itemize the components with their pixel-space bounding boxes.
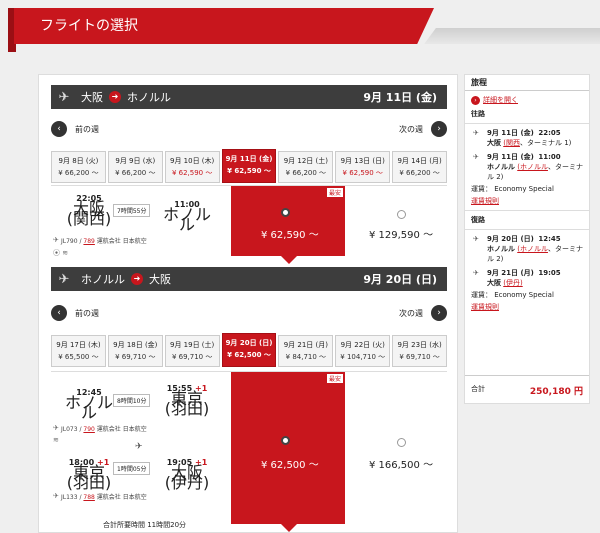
outbound-route-bar: ✈ 大阪 ➜ ホノルル 9月 11日 (金) xyxy=(51,85,447,109)
wifi-icon: ≋ xyxy=(53,436,59,444)
detail-link[interactable]: › 詳細を開く xyxy=(471,95,583,105)
inbound-segment-2: 18:00 +1 東京 (羽田) 1時間05分 19:05 +1 大阪 (伊丹)… xyxy=(51,456,229,516)
inbound-fare: 運賃： Economy Special xyxy=(471,291,554,299)
fare-radio-selected[interactable] xyxy=(281,436,290,445)
day-tab[interactable]: 9月 8日 (火) ¥ 66,200 〜 xyxy=(51,151,106,183)
day-tab[interactable]: 9月 23日 (水) ¥ 69,710 〜 xyxy=(392,335,448,367)
prev-week-button[interactable]: ‹ xyxy=(51,121,67,137)
arrival: 11:00 ホノルル xyxy=(162,200,211,234)
day-tab[interactable]: 9月 17日 (木) ¥ 65,500 〜 xyxy=(51,335,106,367)
takeoff-icon: ✈ xyxy=(473,129,479,137)
outbound-label: 往路 xyxy=(471,110,485,118)
fare-radio-selected[interactable] xyxy=(281,208,290,217)
arrival: 15:55 +1 東京 (羽田) xyxy=(164,384,210,418)
fare-option[interactable]: ¥ 166,500 〜 xyxy=(351,372,447,524)
day-tab[interactable]: 9月 22日 (火) ¥ 104,710 〜 xyxy=(335,335,391,367)
day-tab[interactable]: 9月 21日 (月) ¥ 84,710 〜 xyxy=(278,335,334,367)
day-tab[interactable]: 9月 12日 (土) ¥ 66,200 〜 xyxy=(278,151,334,183)
cheapest-badge: 最安 xyxy=(326,374,343,383)
departure: 12:45 ホノルル xyxy=(64,388,113,422)
inbound-segment-1: 12:45 ホノルル 8時間10分 15:55 +1 東京 (羽田) JL073… xyxy=(51,382,229,444)
airline-logo-icon: ✈ xyxy=(53,236,59,244)
fare-radio[interactable] xyxy=(397,438,406,447)
expand-icon: › xyxy=(471,95,480,105)
connection-icon: ✈ xyxy=(135,442,143,452)
prev-week-button[interactable]: ‹ xyxy=(51,305,67,321)
fare-amount: ¥ 129,590 〜 xyxy=(369,230,434,241)
day-tab-selected[interactable]: 9月 20日 (日) ¥ 62,500 〜 xyxy=(221,333,277,367)
fare-amount: ¥ 166,500 〜 xyxy=(369,460,434,471)
outbound-arrival: ✈ 9月 11日 (金) 11:00 ホノルル (ホノルル、ターミナル 2) xyxy=(473,153,583,181)
day-tab[interactable]: 9月 10日 (木) ¥ 62,590 〜 xyxy=(164,151,220,183)
plane-icon: ✈ xyxy=(58,271,70,287)
total-row: 合計 250,180 円 xyxy=(465,375,589,405)
total-label: 合計 xyxy=(471,385,485,393)
inbound-day-tabs: 9月 17日 (木) ¥ 65,500 〜 9月 18日 (金) ¥ 69,710 … xyxy=(51,333,448,367)
carrier-info: JL790 / 789 運航会社 日本航空 xyxy=(61,238,147,245)
airline-logo-icon: ✈ xyxy=(53,424,59,432)
outbound-fare-rule-link[interactable]: 運賃規則 xyxy=(465,196,589,206)
fare-selected[interactable]: 最安 ¥ 62,590 〜 xyxy=(231,186,345,264)
departure: 18:00 +1 東京 (羽田) xyxy=(66,458,112,492)
flight-panel: ✈ 大阪 ➜ ホノルル 9月 11日 (金) ‹ 前の週 次の週 › 9月 8日… xyxy=(38,74,458,533)
outbound-segment: 22:05 大阪 (関西) 7時間55分 11:00 ホノルル JL790 / … xyxy=(51,192,229,257)
inbound-label: 復路 xyxy=(471,216,485,224)
outbound-departure: ✈ 9月 11日 (金) 22:05 大阪 (関西、ターミナル 1) xyxy=(473,129,572,147)
next-week-button[interactable]: › xyxy=(431,305,447,321)
duration: 8時間10分 xyxy=(113,394,151,407)
day-tab[interactable]: 9月 13日 (日) ¥ 62,590 〜 xyxy=(335,151,391,183)
total-value: 250,180 円 xyxy=(529,387,583,397)
outbound-week-nav: ‹ 前の週 次の週 › xyxy=(51,119,447,139)
duration: 1時間05分 xyxy=(113,462,151,475)
arrival: 19:05 +1 大阪 (伊丹) xyxy=(164,458,210,492)
fare-amount: ¥ 62,500 〜 xyxy=(261,460,319,471)
fare-selected[interactable]: 最安 ¥ 62,500 〜 xyxy=(231,372,345,532)
sidebar-title: 旅程 xyxy=(465,75,589,91)
page-title: フライトの選択 xyxy=(14,8,434,44)
inbound-departure: ✈ 9月 20日 (日) 12:45 ホノルル (ホノルル、ターミナル 2) xyxy=(473,235,583,263)
fare-radio[interactable] xyxy=(397,210,406,219)
arrow-icon: ➜ xyxy=(131,273,143,285)
prev-week-label[interactable]: 前の週 xyxy=(75,308,99,319)
outbound-date: 9月 11日 (金) xyxy=(363,91,437,104)
outbound-fare: 運賃： Economy Special xyxy=(471,185,554,193)
itinerary-sidebar: 旅程 › 詳細を開く 往路 ✈ 9月 11日 (金) 22:05 大阪 (関西、… xyxy=(464,74,590,404)
inbound-to: 大阪 xyxy=(149,273,171,286)
inbound-week-nav: ‹ 前の週 次の週 › xyxy=(51,303,447,323)
day-tab-selected[interactable]: 9月 11日 (金) ¥ 62,590 〜 xyxy=(221,149,277,183)
day-tab[interactable]: 9月 18日 (金) ¥ 69,710 〜 xyxy=(107,335,163,367)
landing-icon: ✈ xyxy=(473,269,479,277)
departure: 22:05 大阪 (関西) xyxy=(66,194,112,228)
day-tab[interactable]: 9月 14日 (月) ¥ 66,200 〜 xyxy=(392,151,448,183)
carrier-info: JL133 / 788 運航会社 日本航空 xyxy=(61,494,147,501)
arrow-icon: ➜ xyxy=(109,91,121,103)
next-week-label[interactable]: 次の週 xyxy=(399,124,423,135)
inbound-route-bar: ✈ ホノルル ➜ 大阪 9月 20日 (日) xyxy=(51,267,447,291)
duration: 7時間55分 xyxy=(113,204,151,217)
next-week-label[interactable]: 次の週 xyxy=(399,308,423,319)
day-tab[interactable]: 9月 9日 (水) ¥ 66,200 〜 xyxy=(107,151,163,183)
airline-logo-icon: ✈ xyxy=(53,492,59,500)
inbound-arrival: ✈ 9月 21日 (月) 19:05 大阪 (伊丹) xyxy=(473,269,561,287)
inbound-from: ホノルル xyxy=(81,273,125,286)
outbound-day-tabs: 9月 8日 (火) ¥ 66,200 〜 9月 9日 (水) ¥ 66,200 〜 … xyxy=(51,149,448,183)
outbound-to: ホノルル xyxy=(127,91,171,104)
landing-icon: ✈ xyxy=(473,153,479,161)
carrier-info: JL073 / 790 運航会社 日本航空 xyxy=(61,426,147,433)
total-time: 合計所要時間 11時間20分 xyxy=(103,521,187,529)
inbound-flight-row: 12:45 ホノルル 8時間10分 15:55 +1 東京 (羽田) JL073… xyxy=(51,371,447,533)
inbound-fare-rule-link[interactable]: 運賃規則 xyxy=(465,302,589,312)
takeoff-icon: ✈ xyxy=(473,235,479,243)
wifi-icon: ⦿ ≋ xyxy=(53,249,69,257)
next-week-button[interactable]: › xyxy=(431,121,447,137)
prev-week-label[interactable]: 前の週 xyxy=(75,124,99,135)
fare-amount: ¥ 62,590 〜 xyxy=(261,230,319,241)
inbound-date: 9月 20日 (日) xyxy=(363,273,437,286)
cheapest-badge: 最安 xyxy=(326,188,343,197)
fare-option[interactable]: ¥ 129,590 〜 xyxy=(351,186,447,256)
outbound-from: 大阪 xyxy=(81,91,103,104)
plane-icon: ✈ xyxy=(58,89,70,105)
outbound-flight-row: 22:05 大阪 (関西) 7時間55分 11:00 ホノルル JL790 / … xyxy=(51,185,447,264)
day-tab[interactable]: 9月 19日 (土) ¥ 69,710 〜 xyxy=(164,335,220,367)
